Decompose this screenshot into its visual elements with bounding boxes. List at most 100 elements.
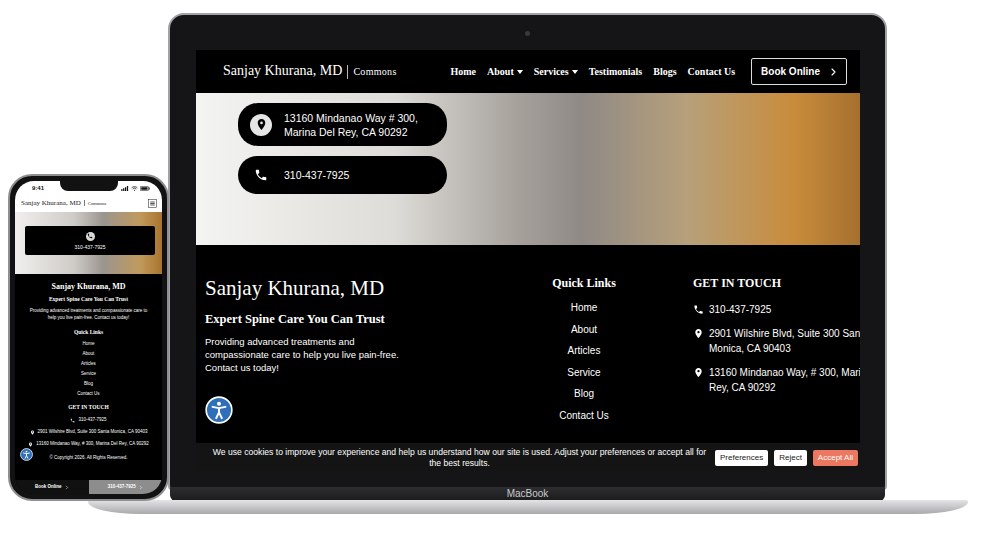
location-pin-icon xyxy=(28,442,33,447)
footer-link[interactable]: Blog xyxy=(23,379,154,389)
contact-text: 13160 Mindanao Way, # 300, Marina Del Re… xyxy=(36,438,148,450)
footer-link[interactable]: Blog xyxy=(519,388,649,400)
clock: 9:41 xyxy=(32,185,44,192)
main-menu: Home About Services Testimonials Blogs Contac… xyxy=(450,64,735,79)
contact-text: 13160 Mindanao Way, # 300, Marina Del Re… xyxy=(709,365,860,395)
site-footer: Sanjay Khurana, MD Expert Spine Care You … xyxy=(196,245,860,443)
footer-description: Providing advanced treatments and compas… xyxy=(29,307,149,321)
footer-link[interactable]: Service xyxy=(519,367,649,379)
book-online-button[interactable]: Book Online xyxy=(751,58,847,85)
nav-link[interactable]: Home xyxy=(450,64,476,79)
phone-frame: 9:41 Sanjay Khurana, MDCommons 310-437-792… xyxy=(8,174,169,501)
pin-badge xyxy=(250,114,272,136)
address-line: Marina Del Rey, CA 90292 xyxy=(284,125,418,139)
footer-link[interactable]: About xyxy=(23,349,154,359)
nav-link[interactable]: Blogs xyxy=(653,64,676,79)
contact-text: 310-437-7925 xyxy=(709,302,771,317)
quick-links-title: Quick Links xyxy=(519,276,649,290)
contact-item: 310-437-7925 xyxy=(23,414,154,426)
site-logo[interactable]: Sanjay Khurana, MDCommons xyxy=(223,63,397,80)
chevron-icon xyxy=(829,67,838,77)
logo-name: Sanjay Khurana, MD xyxy=(21,199,81,207)
laptop-hinge: MacBook xyxy=(170,487,885,501)
phone-icon xyxy=(693,304,704,315)
book-online-button[interactable]: Book Online xyxy=(15,480,89,494)
phone-icon xyxy=(250,168,272,182)
nav-label: Testimonials xyxy=(589,64,643,79)
battery-icon xyxy=(140,186,150,191)
camera-dot xyxy=(525,31,530,36)
nav-label: Home xyxy=(450,64,476,79)
button-label: Accept All xyxy=(818,453,853,462)
location-pin-icon xyxy=(693,367,704,378)
nav-label: Contact Us xyxy=(688,64,736,79)
nav-label: About xyxy=(487,64,514,79)
contact-item: 13160 Mindanao Way, # 300, Marina Del Re… xyxy=(693,365,860,395)
footer-link[interactable]: Contact Us xyxy=(23,389,154,399)
contact-text: 310-437-7925 xyxy=(78,414,106,426)
accessibility-icon[interactable] xyxy=(20,448,33,461)
logo-name: Sanjay Khurana, MD xyxy=(223,63,342,78)
button-label: Reject xyxy=(779,453,802,462)
footer-tagline: Expert Spine Care You Can Trust xyxy=(205,312,475,327)
hamburger-menu-icon[interactable] xyxy=(148,199,157,208)
laptop-base xyxy=(88,500,968,514)
phone-pill[interactable]: 310-437-7925 xyxy=(25,226,155,255)
location-pin-icon xyxy=(30,430,35,435)
dropdown-caret-icon xyxy=(517,70,523,74)
nav-label: Services xyxy=(534,64,569,79)
contact-title: GET IN TOUCH xyxy=(23,404,154,411)
call-button[interactable]: 310-437-7925 xyxy=(89,480,163,494)
address-pill[interactable]: 13160 Mindanao Way # 300,Marina Del Rey,… xyxy=(238,103,447,146)
site-logo[interactable]: Sanjay Khurana, MDCommons xyxy=(21,199,106,208)
cookie-text: We use cookies to improve your experienc… xyxy=(210,447,709,469)
nav-link[interactable]: Contact Us xyxy=(688,64,736,79)
phone-pill[interactable]: 310-437-7925 xyxy=(238,156,447,194)
laptop-screen: Sanjay Khurana, MDCommons Home About Servic… xyxy=(196,50,860,470)
nav-link[interactable]: About xyxy=(487,64,523,79)
button-label: Book Online xyxy=(35,484,62,490)
contact-text: 2901 Wilshire Blvd, Suite 300 Santa Moni… xyxy=(709,326,860,356)
footer-description: Providing advanced treatments and compas… xyxy=(205,335,420,374)
mobile-header: Sanjay Khurana, MDCommons xyxy=(15,195,162,212)
button-label: Preferences xyxy=(720,453,763,462)
footer-link[interactable]: Articles xyxy=(519,345,649,357)
site-footer: Sanjay Khurana, MDExpert Spine Care You … xyxy=(15,274,162,480)
contact-item: 2901 Wilshire Blvd, Suite 300 Santa Moni… xyxy=(693,326,860,356)
nav-link[interactable]: Testimonials xyxy=(589,64,643,79)
notch xyxy=(60,181,118,191)
cookie-button[interactable]: Reject xyxy=(774,450,807,466)
quick-links-title: Quick Links xyxy=(23,329,154,336)
footer-link[interactable]: About xyxy=(519,324,649,336)
logo-divider xyxy=(84,200,85,206)
phone-icon xyxy=(70,418,75,423)
footer-link[interactable]: Home xyxy=(23,339,154,349)
footer-link[interactable]: Service xyxy=(23,369,154,379)
phone-badge xyxy=(86,232,95,241)
contact-block: GET IN TOUCH310-437-79252901 Wilshire Bl… xyxy=(693,276,860,443)
status-bar: 9:41 xyxy=(15,181,162,195)
cookie-banner: We use cookies to improve your experienc… xyxy=(196,443,860,470)
status-icons xyxy=(121,186,150,191)
contact-item: 310-437-7925 xyxy=(693,302,860,317)
footer-title: Sanjay Khurana, MD xyxy=(23,282,154,292)
cookie-button[interactable]: Preferences xyxy=(715,450,768,466)
hero-banner: 310-437-7925 xyxy=(15,212,162,274)
footer-link[interactable]: Home xyxy=(519,302,649,314)
accessibility-icon[interactable] xyxy=(205,396,233,424)
footer-link[interactable]: Articles xyxy=(23,359,154,369)
laptop-screen-frame: Sanjay Khurana, MDCommons Home About Servic… xyxy=(168,13,887,490)
footer-link[interactable]: Contact Us xyxy=(519,410,649,422)
address-line: 13160 Mindanao Way # 300, xyxy=(284,111,418,125)
phone-screen: 9:41 Sanjay Khurana, MDCommons 310-437-792… xyxy=(15,181,162,494)
location-pin-icon xyxy=(255,118,268,131)
button-label: 310-437-7925 xyxy=(108,484,136,490)
copyright: © Copyright 2026. All Rights Reserved. xyxy=(23,452,154,464)
button-label: Book Online xyxy=(761,64,820,79)
mobile-action-bar: Book Online 310-437-7925 xyxy=(15,480,162,494)
hero-banner: 13160 Mindanao Way # 300,Marina Del Rey,… xyxy=(196,93,860,245)
location-pin-icon xyxy=(693,328,704,339)
nav-link[interactable]: Services xyxy=(534,64,578,79)
cookie-button[interactable]: Accept All xyxy=(813,450,858,466)
footer-title: Sanjay Khurana, MD xyxy=(205,276,475,300)
